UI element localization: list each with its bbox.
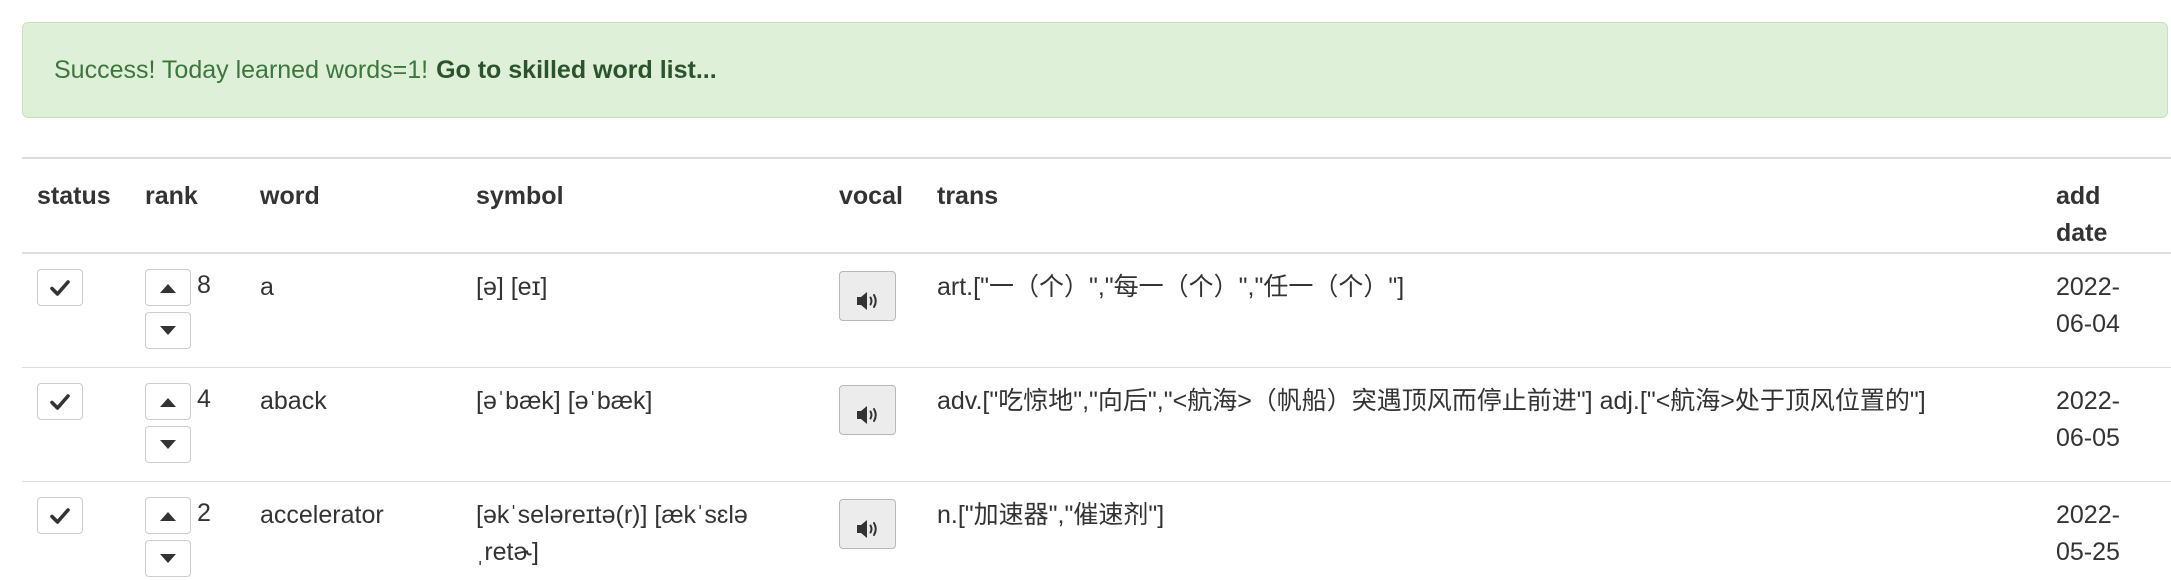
add-date-line1: 2022- [2056, 386, 2120, 415]
word-cell: aback [245, 367, 461, 482]
success-alert: Success! Today learned words=1! Go to sk… [22, 22, 2168, 118]
header-add-date-line2: date [2056, 219, 2108, 247]
caret-down-icon [160, 439, 176, 449]
rank-down-button[interactable] [145, 312, 191, 349]
vocal-button[interactable] [839, 498, 896, 549]
header-word: word [245, 159, 461, 254]
rank-cell: 4 [130, 367, 245, 482]
word-cell: a [245, 253, 461, 368]
add-date-cell: 2022- 06-04 [2041, 253, 2171, 368]
header-add-date: add date [2041, 159, 2171, 254]
caret-down-icon [160, 553, 176, 563]
header-add-date-line1: add [2056, 182, 2101, 210]
header-status: status [22, 159, 130, 254]
table-header-row: status rank word symbol vocal trans add … [22, 159, 2171, 254]
status-cell [22, 481, 130, 580]
caret-up-icon [160, 511, 176, 521]
add-date-line1: 2022- [2056, 500, 2120, 529]
checkmark-icon [50, 508, 70, 524]
status-button[interactable] [37, 382, 83, 420]
rank-cell: 2 [130, 481, 245, 580]
add-date-cell: 2022- 06-05 [2041, 367, 2171, 482]
add-date-line2: 06-04 [2056, 310, 2120, 338]
symbol-line1: [əkˈseləreɪtə(r)] [ækˈsɛlə [476, 500, 748, 529]
header-symbol: symbol [461, 159, 824, 254]
table-row: 2 accelerator [əkˈseləreɪtə(r)] [ækˈsɛlə… [22, 481, 2171, 580]
word-cell: accelerator [245, 481, 461, 580]
checkmark-icon [50, 280, 70, 297]
alert-message: Success! Today learned words=1! [54, 55, 429, 84]
status-cell [22, 367, 130, 482]
vocal-cell [824, 481, 922, 580]
trans-cell: adv.["吃惊地","向后","<航海>（帆船）突遇顶风而停止前进"] adj… [922, 367, 2041, 482]
symbol-cell: [əkˈseləreɪtə(r)] [ækˈsɛlə ˌretɚ] [461, 481, 824, 580]
rank-value: 8 [197, 271, 211, 299]
rank-value: 4 [197, 384, 211, 413]
rank-cell: 8 [130, 253, 245, 368]
table-row: 8 a [ə] [eɪ] art.["一（个）","每一（个）","任一（个）"… [22, 253, 2171, 368]
header-vocal: vocal [824, 159, 922, 254]
page: Success! Today learned words=1! Go to sk… [0, 0, 2171, 580]
trans-cell: n.["加速器","催速剂"] [922, 481, 2041, 580]
rank-up-button[interactable] [145, 496, 191, 534]
status-cell [22, 253, 130, 368]
header-rank: rank [130, 159, 245, 254]
rank-up-button[interactable] [145, 269, 191, 306]
checkmark-icon [50, 394, 70, 410]
volume-icon [856, 519, 877, 538]
header-trans: trans [922, 159, 2041, 254]
vocal-cell [824, 367, 922, 482]
symbol-cell: [ə] [eɪ] [461, 253, 824, 368]
rank-up-button[interactable] [145, 382, 191, 420]
volume-icon [856, 292, 877, 311]
rank-down-button[interactable] [145, 425, 191, 463]
vocal-button[interactable] [839, 271, 896, 321]
table-row: 4 aback [əˈbæk] [əˈbæk] adv.["吃惊地","向后",… [22, 367, 2171, 482]
add-date-line1: 2022- [2056, 273, 2120, 301]
caret-up-icon [160, 284, 176, 294]
caret-down-icon [160, 326, 176, 336]
caret-up-icon [160, 397, 176, 407]
add-date-line2: 05-25 [2056, 537, 2120, 566]
symbol-line2: ˌretɚ] [476, 537, 539, 566]
volume-icon [856, 405, 877, 424]
trans-cell: art.["一（个）","每一（个）","任一（个）"] [922, 253, 2041, 368]
word-table: status rank word symbol vocal trans add … [22, 159, 2171, 580]
add-date-cell: 2022- 05-25 [2041, 481, 2171, 580]
word-table-container: status rank word symbol vocal trans add … [22, 157, 2171, 580]
status-button[interactable] [37, 496, 83, 534]
symbol-cell: [əˈbæk] [əˈbæk] [461, 367, 824, 482]
vocal-cell [824, 253, 922, 368]
status-button[interactable] [37, 269, 83, 306]
rank-down-button[interactable] [145, 539, 191, 577]
vocal-button[interactable] [839, 384, 896, 435]
rank-value: 2 [197, 498, 211, 527]
add-date-line2: 06-05 [2056, 423, 2120, 452]
skilled-word-list-link[interactable]: Go to skilled word list... [436, 56, 717, 85]
